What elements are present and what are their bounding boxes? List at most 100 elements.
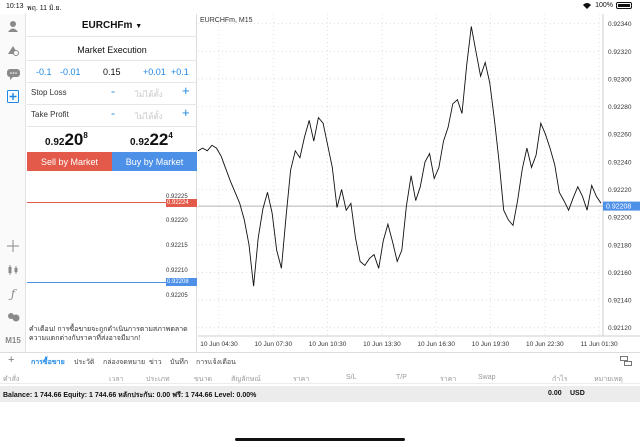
battery-icon <box>616 2 632 9</box>
take-profit-label: Take Profit <box>31 110 69 119</box>
take-profit-plus-button[interactable]: + <box>182 105 190 120</box>
lot-minus-0.1-button[interactable]: -0.1 <box>36 67 52 77</box>
layout-icon[interactable] <box>620 356 632 366</box>
new-order-icon[interactable] <box>4 88 22 104</box>
total-profit: 0.00 <box>548 390 562 397</box>
x-tick-label: 11 Jun 01:30 <box>581 341 618 348</box>
column-header: ราคา <box>440 376 457 383</box>
x-tick-label: 10 Jun 07:30 <box>255 341 293 348</box>
x-tick-label: 10 Jun 22:30 <box>526 341 564 348</box>
y-tick-label: 0.92200 <box>608 215 632 222</box>
y-tick-label: 0.92140 <box>608 298 632 305</box>
status-date: พฤ. 11 มิ.ย. <box>27 5 62 12</box>
timeframe-button[interactable]: M15 <box>4 332 22 348</box>
tab-mailbox[interactable]: กล่องจดหมาย <box>103 357 145 368</box>
order-panel: EURCHFm ▼ Market Execution -0.1 -0.01 0.… <box>27 14 197 352</box>
lot-plus-0.1-button[interactable]: +0.1 <box>171 67 189 77</box>
column-header: เวลา <box>109 376 124 383</box>
y-axis: 0.92340 0.92320 0.92300 0.92280 0.92260 0.922… <box>198 21 632 332</box>
chevron-down-icon: ▼ <box>135 23 143 30</box>
account-icon[interactable] <box>4 18 22 34</box>
market-warning: คำเตือน! การซื้อขายจะถูกดำเนินการตามสภาพ… <box>29 326 188 342</box>
lot-plus-0.01-button[interactable]: +0.01 <box>143 67 166 77</box>
mini-price-label: 0.92210 <box>166 268 188 274</box>
account-currency: USD <box>570 390 585 397</box>
tab-history[interactable]: ประวัติ <box>74 357 94 368</box>
stop-loss-minus-button[interactable]: - <box>111 84 115 98</box>
y-tick-label: 0.92240 <box>608 159 632 166</box>
mini-price-label: 0.92205 <box>166 293 188 299</box>
x-tick-label: 10 Jun 19:30 <box>472 341 510 348</box>
column-header: ขนาด <box>194 376 213 383</box>
divider <box>27 36 197 37</box>
ask-big: 22 <box>149 130 169 149</box>
add-order-icon[interactable]: + <box>8 354 14 366</box>
x-axis: 10 Jun 04:30 10 Jun 07:30 10 Jun 10:30 10 J… <box>200 14 618 348</box>
left-toolbar: ƒ M15 <box>0 14 26 352</box>
chat-icon[interactable] <box>4 66 22 82</box>
bid-sup: 8 <box>83 131 88 140</box>
symbol-selector[interactable]: EURCHFm ▼ <box>27 20 197 31</box>
column-header: สัญลักษณ์ <box>231 376 261 383</box>
bid-big: 20 <box>64 130 84 149</box>
price-chart[interactable]: EURCHFm, M15 0.92340 0.92320 0.92300 0.9228… <box>198 14 640 352</box>
column-header: Swap <box>478 374 496 381</box>
mini-price-label: 0.92215 <box>166 243 188 249</box>
battery-percent: 100% <box>595 2 613 9</box>
y-tick-label: 0.92280 <box>608 104 632 111</box>
stop-loss-plus-button[interactable]: + <box>182 83 190 98</box>
tab-trade[interactable]: การซื้อขาย <box>31 357 65 368</box>
home-indicator <box>235 438 405 441</box>
bid-price-tag: 0.92208 <box>166 278 197 286</box>
bid-prefix: 0.92 <box>45 137 65 148</box>
buy-by-market-button[interactable]: Buy by Market <box>112 152 197 171</box>
y-tick-label: 0.92340 <box>608 21 632 28</box>
y-tick-label: 0.92320 <box>608 49 632 56</box>
take-profit-minus-button[interactable]: - <box>111 106 115 120</box>
divider <box>27 82 197 83</box>
column-header: T/P <box>396 374 407 381</box>
y-tick-label: 0.92260 <box>608 132 632 139</box>
lot-volume-value[interactable]: 0.15 <box>103 67 121 77</box>
y-tick-label: 0.92220 <box>608 187 632 194</box>
x-tick-label: 10 Jun 13:30 <box>363 341 401 348</box>
divider <box>27 60 197 61</box>
price-series-line <box>198 26 602 287</box>
execution-type[interactable]: Market Execution <box>27 45 197 55</box>
crosshair-icon[interactable] <box>4 238 22 254</box>
lot-minus-0.01-button[interactable]: -0.01 <box>60 67 81 77</box>
ask-prefix: 0.92 <box>130 137 150 148</box>
terminal-columns: คำสั่ง เวลา ประเภท ขนาด สัญลักษณ์ ราคา S… <box>0 370 640 384</box>
status-time: 10:13 <box>6 3 24 10</box>
chart-title: EURCHFm, M15 <box>200 17 253 24</box>
ask-price-tag: 0.92224 <box>166 199 197 207</box>
stop-loss-input[interactable]: ไม่ได้ตั้ง <box>135 88 163 101</box>
stop-loss-label: Stop Loss <box>31 88 67 97</box>
balance-row: Balance: 1 744.66 Equity: 1 744.66 หลักป… <box>0 386 640 402</box>
balance-summary: Balance: 1 744.66 Equity: 1 744.66 หลักป… <box>3 392 257 399</box>
tab-news[interactable]: ข่าว <box>149 357 162 368</box>
y-tick-label: 0.92180 <box>608 242 632 249</box>
column-header: S/L <box>346 374 357 381</box>
column-header: ราคา <box>293 376 310 383</box>
tab-alerts[interactable]: การแจ้งเตือน <box>196 357 236 368</box>
status-right: 100% <box>582 2 632 9</box>
indicator-icon[interactable]: ƒ <box>4 286 22 302</box>
sell-by-market-button[interactable]: Sell by Market <box>27 152 112 171</box>
y-tick-label: 0.92160 <box>608 270 632 277</box>
terminal-tabs: + การซื้อขาย ประวัติ กล่องจดหมาย ข่าว บั… <box>0 352 640 368</box>
x-tick-label: 10 Jun 10:30 <box>309 341 347 348</box>
trade-settings-icon[interactable] <box>4 42 22 58</box>
candlestick-icon[interactable] <box>4 262 22 278</box>
mini-price-label: 0.92220 <box>166 218 188 224</box>
column-header: คำสั่ง <box>3 376 20 383</box>
column-header: ประเภท <box>146 376 170 383</box>
bid-price: 0.92208 <box>45 130 88 150</box>
ask-sup: 4 <box>168 131 173 140</box>
column-header: กำไร <box>552 376 568 383</box>
x-tick-label: 10 Jun 16:30 <box>417 341 455 348</box>
current-price-text: 0.92208 <box>606 204 631 211</box>
objects-icon[interactable] <box>4 309 22 325</box>
tab-journal[interactable]: บันทึก <box>170 357 188 368</box>
take-profit-input[interactable]: ไม่ได้ตั้ง <box>135 110 163 123</box>
